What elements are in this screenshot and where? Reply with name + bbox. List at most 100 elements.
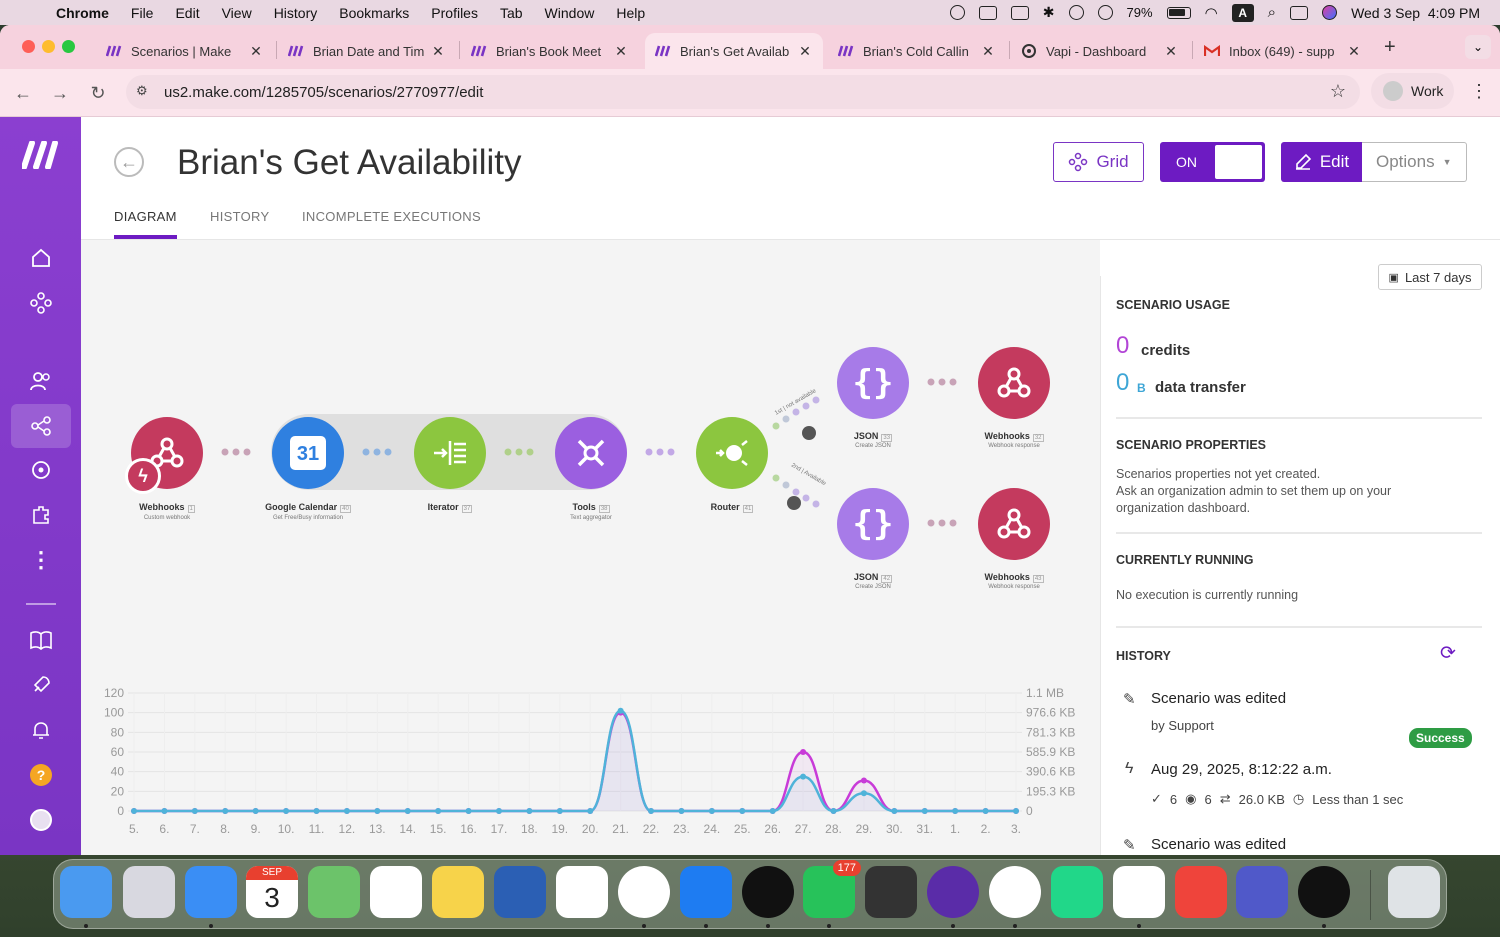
notes-icon[interactable] bbox=[432, 866, 484, 918]
tab-history[interactable]: HISTORY bbox=[210, 209, 269, 224]
address-bar[interactable]: ⚙ us2.make.com/1285705/scenarios/2770977… bbox=[126, 75, 1360, 109]
sidebar-scenarios[interactable] bbox=[11, 281, 71, 325]
history-item-title[interactable]: Scenario was edited bbox=[1151, 690, 1286, 707]
menu-profiles[interactable]: Profiles bbox=[431, 5, 478, 21]
sidebar-whats-new[interactable] bbox=[11, 663, 71, 707]
sidebar-home[interactable] bbox=[11, 236, 71, 280]
wifi-icon[interactable]: ◠ bbox=[1205, 4, 1218, 22]
new-tab-icon[interactable]: + bbox=[1384, 36, 1396, 59]
sidebar-ai[interactable] bbox=[11, 448, 71, 492]
spotlight-icon[interactable]: ⌕ bbox=[1268, 4, 1276, 21]
tab-brian-date[interactable]: Brian Date and Tim ✕ bbox=[278, 33, 456, 69]
tab-brian-cold[interactable]: Brian's Cold Callin ✕ bbox=[828, 33, 1006, 69]
node-google-calendar[interactable]: 31 bbox=[272, 417, 344, 489]
history-item-title[interactable]: Scenario was edited bbox=[1151, 836, 1286, 853]
spotify-icon[interactable] bbox=[742, 866, 794, 918]
refresh-icon[interactable]: ⟳ bbox=[1440, 642, 1456, 665]
firefox-icon[interactable] bbox=[927, 866, 979, 918]
play-icon[interactable] bbox=[1097, 5, 1113, 20]
pycharm-icon[interactable] bbox=[1051, 866, 1103, 918]
upwork-icon[interactable] bbox=[1298, 866, 1350, 918]
scenario-toggle[interactable]: ON bbox=[1160, 142, 1265, 182]
tab-close-icon[interactable]: ✕ bbox=[797, 43, 813, 60]
bluetooth-icon[interactable]: ✱ bbox=[1043, 4, 1055, 21]
menu-edit[interactable]: Edit bbox=[175, 5, 199, 21]
reminders-icon[interactable] bbox=[370, 866, 422, 918]
tab-close-icon[interactable]: ✕ bbox=[1346, 43, 1362, 60]
tab-close-icon[interactable]: ✕ bbox=[980, 43, 996, 60]
calculator-icon[interactable] bbox=[865, 866, 917, 918]
teams-icon[interactable] bbox=[1236, 866, 1288, 918]
browser-menu-icon[interactable]: ⋮ bbox=[1470, 81, 1488, 102]
menu-file[interactable]: File bbox=[131, 5, 154, 21]
site-settings-icon[interactable]: ⚙ bbox=[136, 83, 148, 99]
node-webhook-response-1[interactable] bbox=[978, 347, 1050, 419]
menu-bookmarks[interactable]: Bookmarks bbox=[339, 5, 409, 21]
photos-icon[interactable] bbox=[556, 866, 608, 918]
tab-scenarios[interactable]: Scenarios | Make ✕ bbox=[96, 33, 274, 69]
sidebar-help[interactable]: ? bbox=[11, 753, 71, 797]
status-app-icon[interactable] bbox=[949, 5, 965, 20]
slack-icon[interactable] bbox=[1113, 866, 1165, 918]
status-app2-icon[interactable] bbox=[978, 5, 997, 20]
tab-vapi[interactable]: Vapi - Dashboard ✕ bbox=[1011, 33, 1189, 69]
edit-button[interactable]: Edit bbox=[1281, 142, 1362, 182]
profile-button[interactable]: Work bbox=[1371, 73, 1454, 109]
battery-icon[interactable] bbox=[1166, 6, 1191, 19]
sidebar-docs[interactable] bbox=[11, 618, 71, 662]
tab-diagram[interactable]: DIAGRAM bbox=[114, 209, 177, 224]
sidebar-team[interactable] bbox=[11, 359, 71, 403]
clock[interactable]: Wed 3 Sep 4:09 PM bbox=[1351, 5, 1480, 21]
minimize-window-icon[interactable] bbox=[42, 40, 55, 53]
date-range-select[interactable]: ▣ Last 7 days bbox=[1378, 264, 1482, 290]
menu-view[interactable]: View bbox=[222, 5, 252, 21]
trash-icon[interactable] bbox=[1388, 866, 1440, 918]
reload-icon[interactable]: ↻ bbox=[86, 81, 110, 105]
sidebar-more[interactable]: ⋮ bbox=[11, 538, 71, 582]
ticktick-icon[interactable] bbox=[989, 866, 1041, 918]
tab-incomplete-executions[interactable]: INCOMPLETE EXECUTIONS bbox=[302, 209, 481, 224]
launchpad-icon[interactable] bbox=[123, 866, 175, 918]
diagram-canvas[interactable]: 1st | not available 2nd | Available ϟ We… bbox=[81, 240, 1100, 855]
tab-brian-availability[interactable]: Brian's Get Availab ✕ bbox=[645, 33, 823, 69]
node-json-1[interactable]: {} bbox=[837, 347, 909, 419]
tab-close-icon[interactable]: ✕ bbox=[1163, 43, 1179, 60]
close-window-icon[interactable] bbox=[22, 40, 35, 53]
app-store-icon[interactable] bbox=[680, 866, 732, 918]
node-tools[interactable] bbox=[555, 417, 627, 489]
display-icon[interactable] bbox=[1010, 5, 1029, 20]
menu-app-name[interactable]: Chrome bbox=[56, 5, 109, 21]
node-json-2[interactable]: {} bbox=[837, 488, 909, 560]
menu-tab[interactable]: Tab bbox=[500, 5, 523, 21]
calendar-icon[interactable]: SEP 3 bbox=[246, 866, 298, 918]
forward-icon[interactable]: → bbox=[48, 81, 72, 105]
tab-gmail[interactable]: Inbox (649) - supp ✕ bbox=[1194, 33, 1372, 69]
menu-help[interactable]: Help bbox=[616, 5, 645, 21]
menu-window[interactable]: Window bbox=[545, 5, 595, 21]
tab-close-icon[interactable]: ✕ bbox=[613, 43, 629, 60]
maps-icon[interactable] bbox=[308, 866, 360, 918]
options-dropdown[interactable]: Options ▼ bbox=[1362, 142, 1467, 182]
tab-close-icon[interactable]: ✕ bbox=[248, 43, 264, 60]
accessibility-icon[interactable] bbox=[1068, 5, 1084, 20]
sidebar-scenarios-active[interactable] bbox=[11, 404, 71, 448]
node-webhook-response-2[interactable] bbox=[978, 488, 1050, 560]
siri-icon[interactable] bbox=[1322, 5, 1338, 20]
zoom-window-icon[interactable] bbox=[62, 40, 75, 53]
node-router[interactable] bbox=[696, 417, 768, 489]
anydesk-icon[interactable] bbox=[1175, 866, 1227, 918]
control-center-icon[interactable] bbox=[1290, 5, 1309, 20]
mail-icon[interactable] bbox=[185, 866, 237, 918]
grid-button[interactable]: Grid bbox=[1053, 142, 1144, 182]
whatsapp-icon[interactable]: 177 bbox=[803, 860, 861, 918]
execution-timestamp[interactable]: Aug 29, 2025, 8:12:22 a.m. bbox=[1151, 761, 1332, 778]
tab-close-icon[interactable]: ✕ bbox=[430, 43, 446, 60]
back-icon[interactable]: ← bbox=[11, 81, 35, 105]
make-logo-icon[interactable] bbox=[21, 140, 60, 177]
sidebar-notifications[interactable] bbox=[11, 708, 71, 752]
word-icon[interactable] bbox=[494, 866, 546, 918]
chrome-icon[interactable] bbox=[618, 866, 670, 918]
node-iterator[interactable] bbox=[414, 417, 486, 489]
tab-search-icon[interactable]: ⌄ bbox=[1465, 35, 1491, 59]
menu-history[interactable]: History bbox=[274, 5, 318, 21]
